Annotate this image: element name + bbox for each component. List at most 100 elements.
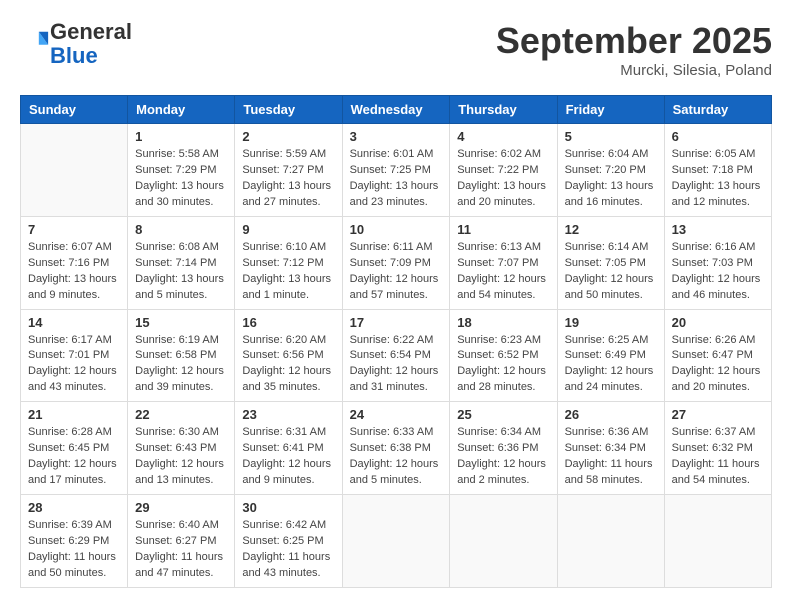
day-number: 29 — [135, 500, 227, 515]
calendar-cell: 14Sunrise: 6:17 AM Sunset: 7:01 PM Dayli… — [21, 309, 128, 402]
day-number: 5 — [565, 129, 657, 144]
day-number: 24 — [350, 407, 443, 422]
day-number: 28 — [28, 500, 120, 515]
day-info: Sunrise: 6:36 AM Sunset: 6:34 PM Dayligh… — [565, 425, 657, 489]
day-number: 12 — [565, 222, 657, 237]
day-number: 2 — [242, 129, 334, 144]
day-info: Sunrise: 6:28 AM Sunset: 6:45 PM Dayligh… — [28, 425, 120, 489]
day-number: 23 — [242, 407, 334, 422]
calendar-cell: 8 Sunrise: 6:08 AM Sunset: 7:14 PM Daylig… — [128, 216, 235, 309]
calendar-cell: 19Sunrise: 6:25 AM Sunset: 6:49 PM Dayli… — [557, 309, 664, 402]
calendar-header-row: SundayMondayTuesdayWednesdayThursdayFrid… — [21, 96, 772, 124]
calendar-cell: 26 Sunrise: 6:36 AM Sunset: 6:34 PM Dayli… — [557, 402, 664, 495]
day-number: 14 — [28, 315, 120, 330]
calendar-cell: 22Sunrise: 6:30 AM Sunset: 6:43 PM Dayli… — [128, 402, 235, 495]
logo-blue-text: Blue — [50, 43, 98, 68]
day-number: 21 — [28, 407, 120, 422]
calendar-cell: 20 Sunrise: 6:26 AM Sunset: 6:47 PM Dayli… — [664, 309, 771, 402]
day-info: Sunrise: 6:10 AM Sunset: 7:12 PM Dayligh… — [242, 240, 334, 304]
calendar-cell: 5 Sunrise: 6:04 AM Sunset: 7:20 PM Daylig… — [557, 124, 664, 217]
header-day-thursday: Thursday — [450, 96, 557, 124]
calendar-cell: 6 Sunrise: 6:05 AM Sunset: 7:18 PM Daylig… — [664, 124, 771, 217]
day-info: Sunrise: 6:34 AM Sunset: 6:36 PM Dayligh… — [457, 425, 549, 489]
calendar-cell: 28 Sunrise: 6:39 AM Sunset: 6:29 PM Dayli… — [21, 495, 128, 588]
day-info: Sunrise: 5:59 AM Sunset: 7:27 PM Dayligh… — [242, 147, 334, 211]
day-info: Sunrise: 6:37 AM Sunset: 6:32 PM Dayligh… — [672, 425, 764, 489]
day-number: 3 — [350, 129, 443, 144]
day-info: Sunrise: 6:01 AM Sunset: 7:25 PM Dayligh… — [350, 147, 443, 211]
day-number: 16 — [242, 315, 334, 330]
calendar-cell: 7 Sunrise: 6:07 AM Sunset: 7:16 PM Daylig… — [21, 216, 128, 309]
day-number: 9 — [242, 222, 334, 237]
day-info: Sunrise: 5:58 AM Sunset: 7:29 PM Dayligh… — [135, 147, 227, 211]
day-info: Sunrise: 6:05 AM Sunset: 7:18 PM Dayligh… — [672, 147, 764, 211]
week-row-2: 7 Sunrise: 6:07 AM Sunset: 7:16 PM Daylig… — [21, 216, 772, 309]
calendar-cell: 3 Sunrise: 6:01 AM Sunset: 7:25 PM Daylig… — [342, 124, 450, 217]
calendar-cell: 2 Sunrise: 5:59 AM Sunset: 7:27 PM Daylig… — [235, 124, 342, 217]
logo-icon — [22, 28, 50, 56]
calendar-cell: 24Sunrise: 6:33 AM Sunset: 6:38 PM Dayli… — [342, 402, 450, 495]
day-info: Sunrise: 6:19 AM Sunset: 6:58 PM Dayligh… — [135, 333, 227, 397]
calendar-cell: 25 Sunrise: 6:34 AM Sunset: 6:36 PM Dayli… — [450, 402, 557, 495]
week-row-3: 14Sunrise: 6:17 AM Sunset: 7:01 PM Dayli… — [21, 309, 772, 402]
day-info: Sunrise: 6:20 AM Sunset: 6:56 PM Dayligh… — [242, 333, 334, 397]
header-day-sunday: Sunday — [21, 96, 128, 124]
calendar-cell: 23Sunrise: 6:31 AM Sunset: 6:41 PM Dayli… — [235, 402, 342, 495]
calendar-cell: 13 Sunrise: 6:16 AM Sunset: 7:03 PM Dayli… — [664, 216, 771, 309]
day-number: 20 — [672, 315, 764, 330]
calendar-cell — [21, 124, 128, 217]
calendar-cell: 15 Sunrise: 6:19 AM Sunset: 6:58 PM Dayli… — [128, 309, 235, 402]
day-info: Sunrise: 6:40 AM Sunset: 6:27 PM Dayligh… — [135, 518, 227, 582]
location-text: Murcki, Silesia, Poland — [496, 62, 772, 79]
day-info: Sunrise: 6:08 AM Sunset: 7:14 PM Dayligh… — [135, 240, 227, 304]
calendar-cell: 16 Sunrise: 6:20 AM Sunset: 6:56 PM Dayli… — [235, 309, 342, 402]
title-block: September 2025 Murcki, Silesia, Poland — [496, 20, 772, 79]
calendar-table: SundayMondayTuesdayWednesdayThursdayFrid… — [20, 95, 772, 588]
calendar-cell: 9 Sunrise: 6:10 AM Sunset: 7:12 PM Daylig… — [235, 216, 342, 309]
day-number: 7 — [28, 222, 120, 237]
day-number: 8 — [135, 222, 227, 237]
day-number: 10 — [350, 222, 443, 237]
header-day-tuesday: Tuesday — [235, 96, 342, 124]
day-number: 18 — [457, 315, 549, 330]
calendar-cell — [342, 495, 450, 588]
calendar-cell — [557, 495, 664, 588]
day-number: 6 — [672, 129, 764, 144]
day-number: 25 — [457, 407, 549, 422]
header-day-saturday: Saturday — [664, 96, 771, 124]
calendar-cell: 4Sunrise: 6:02 AM Sunset: 7:22 PM Daylig… — [450, 124, 557, 217]
calendar-cell: 29 Sunrise: 6:40 AM Sunset: 6:27 PM Dayli… — [128, 495, 235, 588]
calendar-cell — [450, 495, 557, 588]
day-number: 13 — [672, 222, 764, 237]
day-number: 26 — [565, 407, 657, 422]
day-number: 27 — [672, 407, 764, 422]
calendar-cell: 17Sunrise: 6:22 AM Sunset: 6:54 PM Dayli… — [342, 309, 450, 402]
week-row-1: 1 Sunrise: 5:58 AM Sunset: 7:29 PM Daylig… — [21, 124, 772, 217]
day-number: 1 — [135, 129, 227, 144]
month-title: September 2025 — [496, 20, 772, 62]
day-info: Sunrise: 6:26 AM Sunset: 6:47 PM Dayligh… — [672, 333, 764, 397]
calendar-cell: 18 Sunrise: 6:23 AM Sunset: 6:52 PM Dayli… — [450, 309, 557, 402]
day-number: 11 — [457, 222, 549, 237]
day-info: Sunrise: 6:16 AM Sunset: 7:03 PM Dayligh… — [672, 240, 764, 304]
calendar-cell: 12 Sunrise: 6:14 AM Sunset: 7:05 PM Dayli… — [557, 216, 664, 309]
header-day-friday: Friday — [557, 96, 664, 124]
day-info: Sunrise: 6:39 AM Sunset: 6:29 PM Dayligh… — [28, 518, 120, 582]
calendar-cell — [664, 495, 771, 588]
day-info: Sunrise: 6:14 AM Sunset: 7:05 PM Dayligh… — [565, 240, 657, 304]
day-info: Sunrise: 6:02 AM Sunset: 7:22 PM Dayligh… — [457, 147, 549, 211]
day-info: Sunrise: 6:07 AM Sunset: 7:16 PM Dayligh… — [28, 240, 120, 304]
day-info: Sunrise: 6:13 AM Sunset: 7:07 PM Dayligh… — [457, 240, 549, 304]
calendar-cell: 27 Sunrise: 6:37 AM Sunset: 6:32 PM Dayli… — [664, 402, 771, 495]
week-row-5: 28 Sunrise: 6:39 AM Sunset: 6:29 PM Dayli… — [21, 495, 772, 588]
day-info: Sunrise: 6:04 AM Sunset: 7:20 PM Dayligh… — [565, 147, 657, 211]
page-header: General Blue September 2025 Murcki, Sile… — [20, 20, 772, 79]
header-day-monday: Monday — [128, 96, 235, 124]
day-number: 30 — [242, 500, 334, 515]
week-row-4: 21 Sunrise: 6:28 AM Sunset: 6:45 PM Dayli… — [21, 402, 772, 495]
day-info: Sunrise: 6:42 AM Sunset: 6:25 PM Dayligh… — [242, 518, 334, 582]
calendar-cell: 1 Sunrise: 5:58 AM Sunset: 7:29 PM Daylig… — [128, 124, 235, 217]
day-number: 15 — [135, 315, 227, 330]
header-day-wednesday: Wednesday — [342, 96, 450, 124]
day-info: Sunrise: 6:23 AM Sunset: 6:52 PM Dayligh… — [457, 333, 549, 397]
